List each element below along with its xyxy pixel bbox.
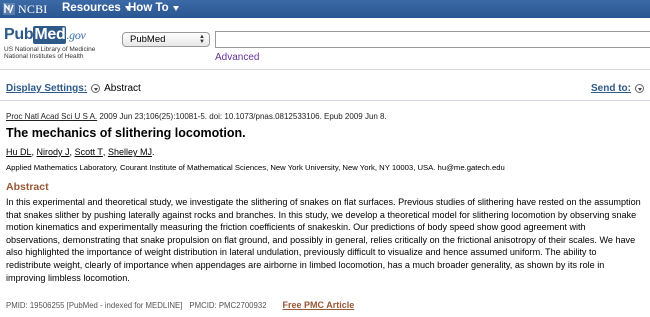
pmid: PMID: 19506255 [PubMed - indexed for MED… [6,300,183,310]
how-to-menu[interactable]: How To [128,2,179,14]
resources-menu[interactable]: Resources [62,2,131,14]
free-pmc-article-link[interactable]: Free PMC Article [283,300,355,310]
select-arrows-icon: ▲ ▼ [199,34,205,45]
dropdown-circle-icon[interactable] [91,84,101,93]
database-select-value: PubMed [130,34,166,45]
advanced-search-link[interactable]: Advanced [215,52,259,63]
chevron-down-icon [172,5,179,11]
dropdown-circle-icon[interactable] [635,84,644,93]
citation-line: Proc Natl Acad Sci U S A. 2009 Jun 23;10… [6,112,387,121]
citation-details: 2009 Jun 23;106(25):10081-5. doi: 10.107… [97,112,387,121]
library-line-2: National Institutes of Health [4,53,84,60]
how-to-menu-label: How To [128,2,169,14]
article-title: The mechanics of slithering locomotion. [6,126,246,140]
author-list: Hu DL, Nirody J, Scott T, Shelley MJ. [6,147,154,157]
pubmed-header: PubMed.gov US National Library of Medici… [0,18,650,68]
resources-menu-label: Resources [62,2,121,14]
header-divider [0,69,650,70]
logo-gov: .gov [66,28,86,42]
display-settings-value: Abstract [104,83,141,94]
settings-divider [0,100,650,101]
pmcid: PMCID: PMC2700932 [189,300,267,310]
author-link[interactable]: Scott T [75,147,103,157]
ncbi-logo[interactable]: NCBI [3,2,47,16]
journal-link[interactable]: Proc Natl Acad Sci U S A. [6,112,97,121]
logo-med: Med [33,26,67,44]
abstract-text: In this experimental and theoretical stu… [6,197,641,283]
author-link[interactable]: Nirody J [37,147,70,157]
ncbi-brand-text: NCBI [18,1,48,16]
search-input[interactable] [215,31,650,48]
logo-pub: Pub [4,26,34,43]
send-to-link[interactable]: Send to: [591,83,631,94]
display-settings: Display Settings: Abstract [6,83,141,94]
author-separator: . [151,147,155,157]
abstract-heading: Abstract [6,181,49,193]
ncbi-logo-icon [3,3,15,15]
database-select[interactable]: PubMed ▲ ▼ [122,32,210,47]
author-link[interactable]: Shelley MJ [108,147,152,157]
pubmed-logo[interactable]: PubMed.gov [4,26,86,44]
ncbi-topbar: NCBI Resources How To [0,0,650,18]
send-to: Send to: [591,83,644,94]
article-identifiers: PMID: 19506255 [PubMed - indexed for MED… [6,300,354,310]
author-link[interactable]: Hu DL [6,147,32,157]
affiliation: Applied Mathematics Laboratory, Courant … [6,163,505,172]
library-line-1: US National Library of Medicine [4,46,96,53]
display-settings-link[interactable]: Display Settings: [6,83,87,94]
